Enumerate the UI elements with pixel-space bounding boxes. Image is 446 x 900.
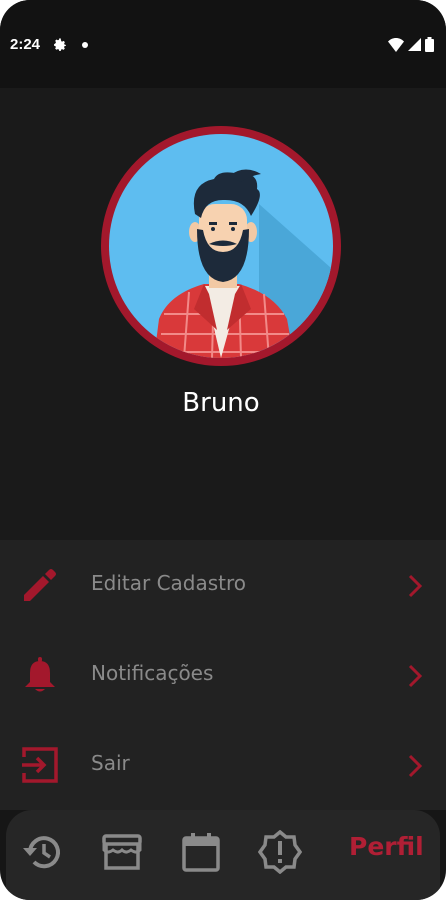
notification-dot-icon bbox=[82, 42, 88, 48]
store-icon[interactable] bbox=[100, 830, 144, 874]
profile-header: Bruno bbox=[0, 88, 446, 540]
chevron-right-icon bbox=[408, 754, 423, 778]
profile-menu: Editar Cadastro Notificações Sair bbox=[0, 540, 446, 810]
alert-badge-icon[interactable] bbox=[258, 830, 302, 874]
settings-icon bbox=[54, 38, 66, 51]
battery-icon bbox=[425, 37, 434, 52]
profile-name: Bruno bbox=[182, 388, 260, 418]
status-time: 2:24 bbox=[10, 36, 41, 53]
status-bar: 2:24 bbox=[0, 0, 446, 88]
exit-icon bbox=[22, 747, 58, 783]
chevron-right-icon bbox=[408, 574, 423, 598]
menu-item-notifications[interactable]: Notificações bbox=[0, 630, 446, 720]
chevron-right-icon bbox=[408, 664, 423, 688]
bell-icon bbox=[25, 657, 55, 692]
signal-icon bbox=[408, 38, 421, 51]
avatar bbox=[109, 134, 333, 358]
wifi-icon bbox=[388, 37, 404, 52]
menu-item-label: Editar Cadastro bbox=[91, 571, 247, 595]
menu-item-logout[interactable]: Sair bbox=[0, 720, 446, 810]
avatar-frame[interactable] bbox=[101, 126, 341, 366]
bearded-man-avatar bbox=[154, 169, 333, 358]
nav-item-profile-active[interactable]: Perfil bbox=[349, 832, 424, 861]
calendar-icon[interactable] bbox=[179, 830, 223, 874]
bottom-navigation: Perfil bbox=[6, 810, 440, 900]
menu-item-label: Notificações bbox=[91, 661, 214, 685]
pencil-icon bbox=[24, 569, 56, 601]
menu-item-edit-profile[interactable]: Editar Cadastro bbox=[0, 540, 446, 630]
history-icon[interactable] bbox=[20, 830, 64, 874]
menu-item-label: Sair bbox=[91, 751, 130, 775]
app-screen: 2:24 Bruno Editar Cadastro Notificações … bbox=[0, 0, 446, 900]
